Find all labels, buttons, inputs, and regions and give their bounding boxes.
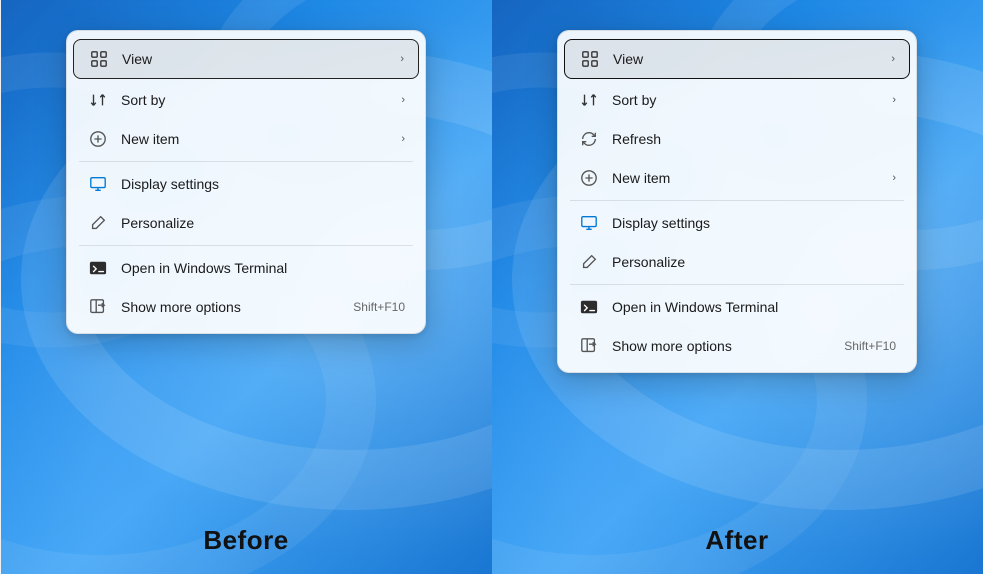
menu-item-refresh-after[interactable]: Refresh [564, 120, 910, 158]
menu-item-sort-by-before[interactable]: Sort by › [73, 81, 419, 119]
icon-terminal [578, 296, 600, 318]
menu-item-show-more-after[interactable]: Show more options Shift+F10 [564, 327, 910, 365]
separator-after-new-item-after [570, 200, 904, 201]
icon-pencil [578, 251, 600, 273]
icon-show-more [578, 335, 600, 357]
panel-before: View › Sort by › New item › Display setting… [1, 0, 492, 574]
context-menu-before: View › Sort by › New item › Display setting… [66, 30, 426, 334]
menu-item-open-terminal-before[interactable]: Open in Windows Terminal [73, 249, 419, 287]
menu-item-display-settings-before[interactable]: Display settings [73, 165, 419, 203]
menu-item-personalize-after[interactable]: Personalize [564, 243, 910, 281]
icon-grid [579, 48, 601, 70]
menu-label-view-before: View [122, 50, 392, 68]
menu-arrow-view-after: › [891, 53, 895, 65]
menu-item-open-terminal-after[interactable]: Open in Windows Terminal [564, 288, 910, 326]
icon-show-more [87, 296, 109, 318]
menu-label-sort-by-before: Sort by [121, 91, 393, 109]
icon-grid [88, 48, 110, 70]
icon-display [578, 212, 600, 234]
icon-pencil [87, 212, 109, 234]
menu-label-display-settings-before: Display settings [121, 175, 405, 193]
menu-arrow-new-item-after: › [892, 172, 896, 184]
icon-plus-circle [578, 167, 600, 189]
menu-label-new-item-after: New item [612, 169, 884, 187]
menu-item-view-before[interactable]: View › [73, 39, 419, 79]
menu-label-personalize-before: Personalize [121, 214, 405, 232]
menu-item-new-item-after[interactable]: New item › [564, 159, 910, 197]
menu-label-personalize-after: Personalize [612, 253, 896, 271]
menu-label-display-settings-after: Display settings [612, 214, 896, 232]
icon-refresh [578, 128, 600, 150]
menu-shortcut-show-more-after: Shift+F10 [844, 339, 896, 353]
icon-sort [578, 89, 600, 111]
separator-after-new-item-before [79, 161, 413, 162]
icon-sort [87, 89, 109, 111]
context-menu-wrapper-after: View › Sort by › Refresh New item › Display… [557, 30, 917, 373]
menu-item-view-after[interactable]: View › [564, 39, 910, 79]
menu-label-show-more-after: Show more options [612, 337, 836, 355]
separator-after-personalize-after [570, 284, 904, 285]
menu-label-new-item-before: New item [121, 130, 393, 148]
panel-after: View › Sort by › Refresh New item › Display… [492, 0, 983, 574]
menu-label-open-terminal-after: Open in Windows Terminal [612, 298, 896, 316]
menu-item-display-settings-after[interactable]: Display settings [564, 204, 910, 242]
context-menu-wrapper-before: View › Sort by › New item › Display setting… [66, 30, 426, 334]
menu-item-new-item-before[interactable]: New item › [73, 120, 419, 158]
icon-terminal [87, 257, 109, 279]
menu-item-show-more-before[interactable]: Show more options Shift+F10 [73, 288, 419, 326]
menu-label-refresh-after: Refresh [612, 130, 896, 148]
menu-item-personalize-before[interactable]: Personalize [73, 204, 419, 242]
menu-label-sort-by-after: Sort by [612, 91, 884, 109]
menu-item-sort-by-after[interactable]: Sort by › [564, 81, 910, 119]
separator-after-personalize-before [79, 245, 413, 246]
context-menu-after: View › Sort by › Refresh New item › Display… [557, 30, 917, 373]
menu-arrow-sort-by-before: › [401, 94, 405, 106]
panel-label-before: Before [1, 525, 492, 556]
menu-arrow-sort-by-after: › [892, 94, 896, 106]
menu-label-open-terminal-before: Open in Windows Terminal [121, 259, 405, 277]
menu-arrow-view-before: › [400, 53, 404, 65]
main-layout: View › Sort by › New item › Display setting… [0, 0, 983, 574]
icon-plus-circle [87, 128, 109, 150]
menu-label-view-after: View [613, 50, 883, 68]
icon-display [87, 173, 109, 195]
menu-label-show-more-before: Show more options [121, 298, 345, 316]
menu-arrow-new-item-before: › [401, 133, 405, 145]
menu-shortcut-show-more-before: Shift+F10 [353, 300, 405, 314]
panel-label-after: After [492, 525, 983, 556]
